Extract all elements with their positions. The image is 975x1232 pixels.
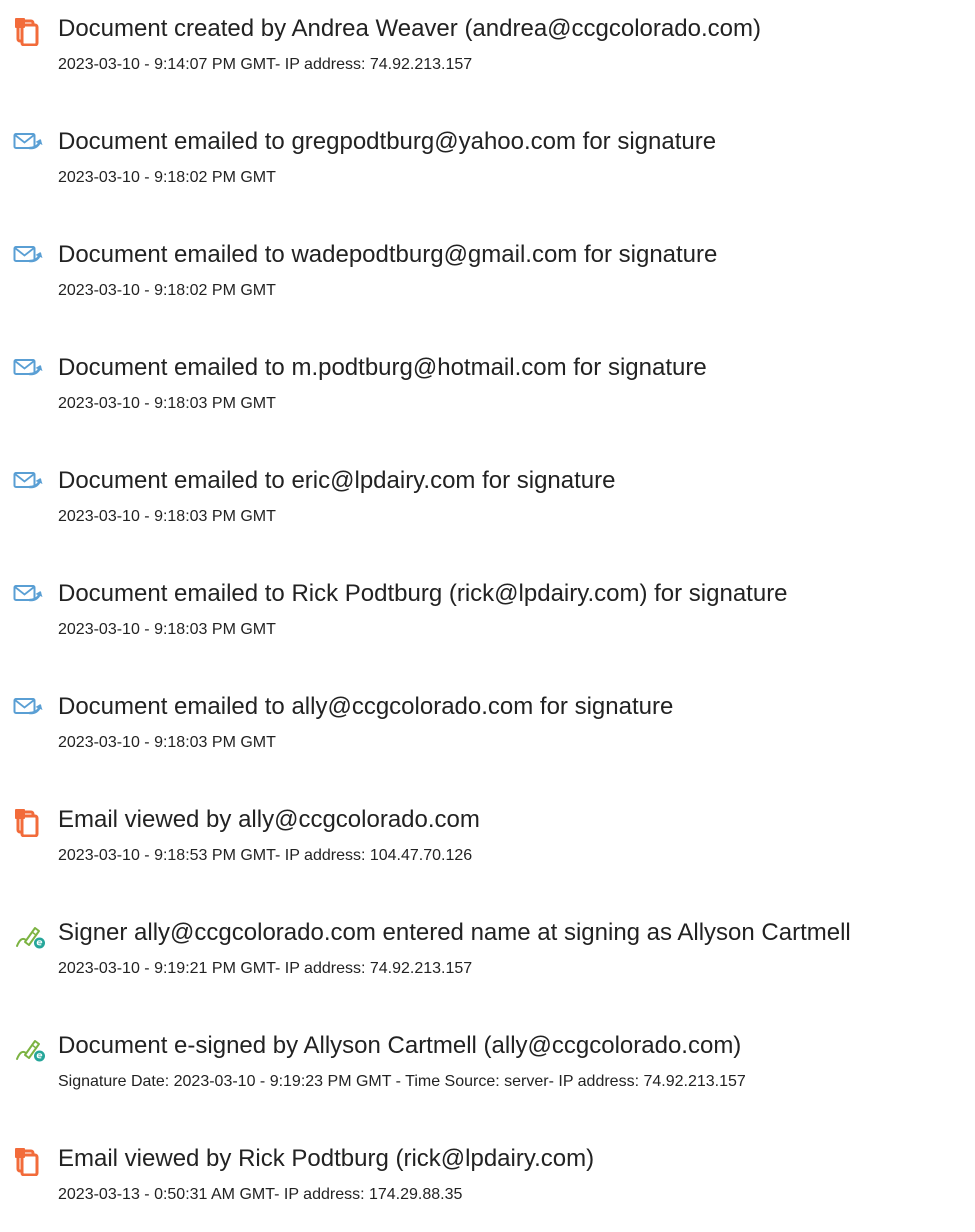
event-title: Document created by Andrea Weaver (andre… <box>58 15 761 42</box>
email-sent-icon <box>13 583 45 611</box>
event-title: Document emailed to ally@ccgcolorado.com… <box>58 693 674 720</box>
audit-event: Document emailed to wadepodtburg@gmail.c… <box>0 238 975 328</box>
document-icon <box>13 1148 45 1176</box>
esign-pen-icon <box>13 1035 45 1063</box>
email-sent-icon <box>13 470 45 498</box>
event-timestamp: 2023-03-10 - 9:18:03 PM GMT <box>58 395 276 412</box>
document-icon <box>13 809 45 837</box>
audit-event: Email viewed by ally@ccgcolorado.com 202… <box>0 803 975 893</box>
audit-event: Document emailed to gregpodtburg@yahoo.c… <box>0 125 975 215</box>
event-timestamp: 2023-03-10 - 9:18:03 PM GMT <box>58 508 276 525</box>
audit-event: Document created by Andrea Weaver (andre… <box>0 12 975 102</box>
event-timestamp: 2023-03-13 - 0:50:31 AM GMT- IP address:… <box>58 1186 463 1203</box>
event-timestamp: 2023-03-10 - 9:18:53 PM GMT- IP address:… <box>58 847 473 864</box>
event-timestamp: 2023-03-10 - 9:14:07 PM GMT- IP address:… <box>58 56 473 73</box>
event-title: Document emailed to m.podtburg@hotmail.c… <box>58 354 707 381</box>
document-icon <box>13 18 45 46</box>
event-title: Signer ally@ccgcolorado.com entered name… <box>58 919 851 946</box>
event-timestamp: Signature Date: 2023-03-10 - 9:19:23 PM … <box>58 1073 746 1090</box>
email-sent-icon <box>13 131 45 159</box>
event-timestamp: 2023-03-10 - 9:18:02 PM GMT <box>58 169 276 186</box>
event-title: Email viewed by Rick Podtburg (rick@lpda… <box>58 1145 595 1172</box>
audit-event: Signer ally@ccgcolorado.com entered name… <box>0 916 975 1006</box>
audit-event: Document emailed to Rick Podtburg (rick@… <box>0 577 975 667</box>
audit-event: Document e-signed by Allyson Cartmell (a… <box>0 1029 975 1119</box>
event-timestamp: 2023-03-10 - 9:18:03 PM GMT <box>58 621 276 638</box>
esign-pen-icon <box>13 922 45 950</box>
event-timestamp: 2023-03-10 - 9:19:21 PM GMT- IP address:… <box>58 960 473 977</box>
event-title: Document emailed to wadepodtburg@gmail.c… <box>58 241 718 268</box>
event-timestamp: 2023-03-10 - 9:18:03 PM GMT <box>58 734 276 751</box>
audit-event: Document emailed to eric@lpdairy.com for… <box>0 464 975 554</box>
audit-event: Document emailed to ally@ccgcolorado.com… <box>0 690 975 780</box>
audit-trail-log: Document created by Andrea Weaver (andre… <box>0 0 975 1224</box>
event-title: Email viewed by ally@ccgcolorado.com <box>58 806 480 833</box>
event-title: Document emailed to eric@lpdairy.com for… <box>58 467 616 494</box>
event-title: Document emailed to gregpodtburg@yahoo.c… <box>58 128 717 155</box>
event-timestamp: 2023-03-10 - 9:18:02 PM GMT <box>58 282 276 299</box>
audit-event: Document emailed to m.podtburg@hotmail.c… <box>0 351 975 441</box>
email-sent-icon <box>13 357 45 385</box>
audit-event: Email viewed by Rick Podtburg (rick@lpda… <box>0 1142 975 1232</box>
event-title: Document e-signed by Allyson Cartmell (a… <box>58 1032 742 1059</box>
event-title: Document emailed to Rick Podtburg (rick@… <box>58 580 788 607</box>
email-sent-icon <box>13 696 45 724</box>
email-sent-icon <box>13 244 45 272</box>
